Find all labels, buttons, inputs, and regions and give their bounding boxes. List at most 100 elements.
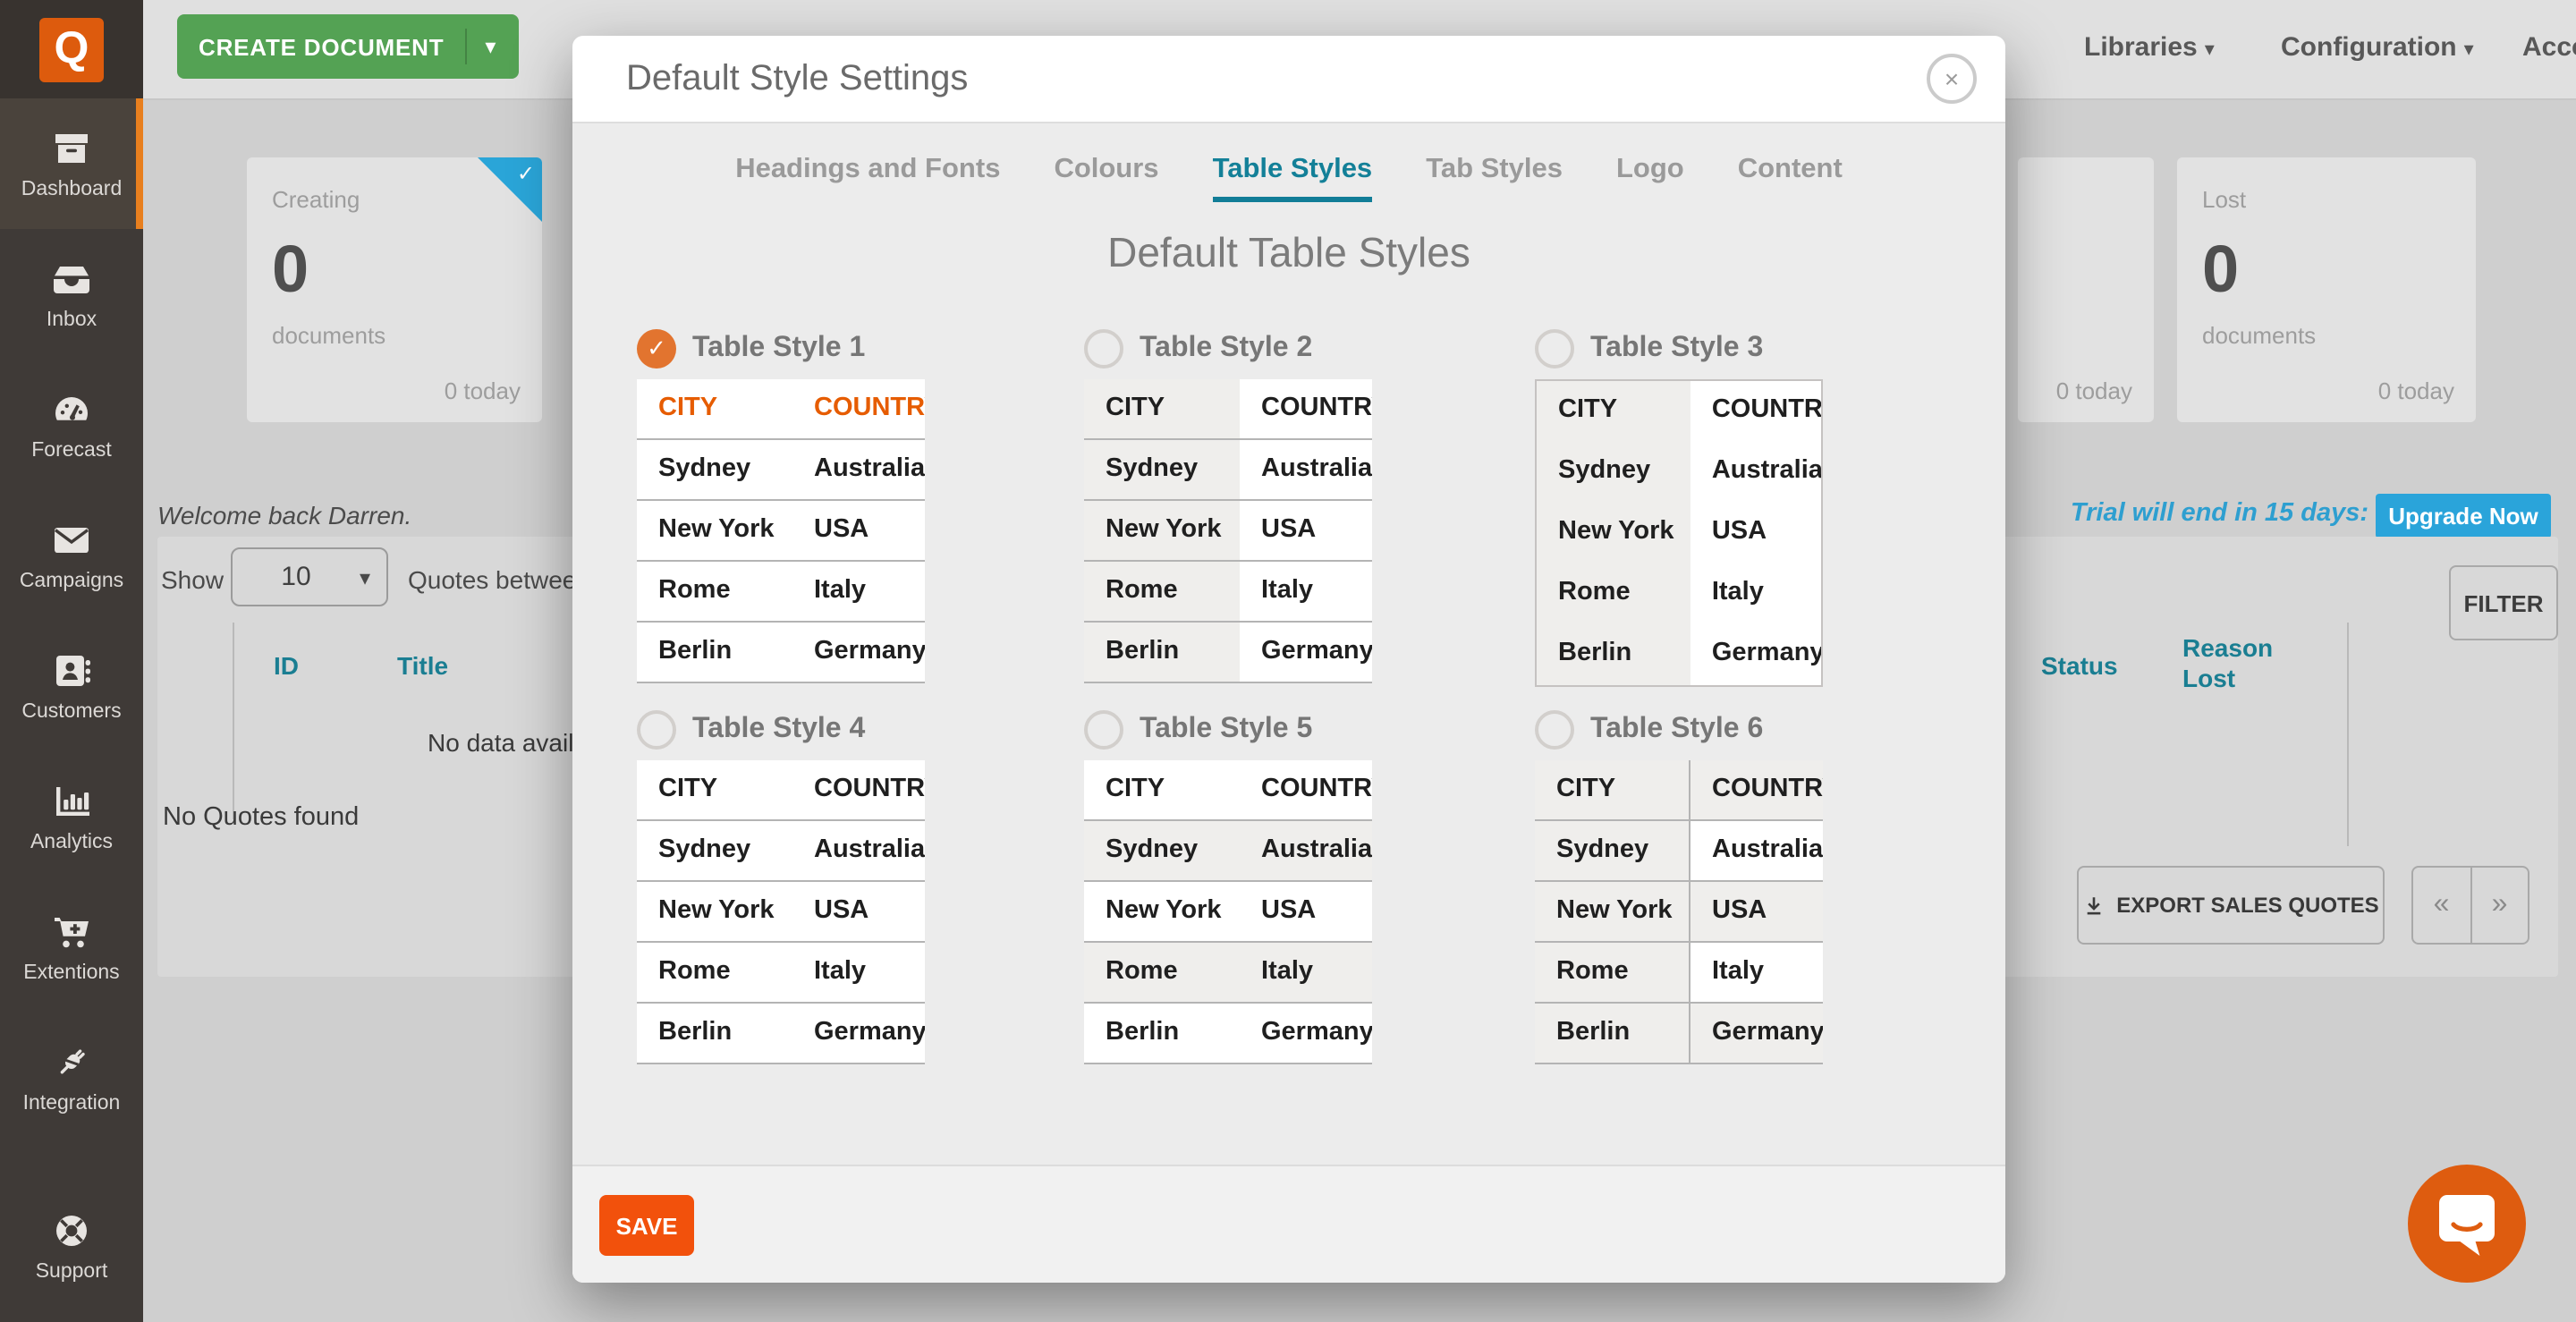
nav-libraries[interactable]: Libraries▾ <box>2084 32 2215 63</box>
preview-table-row: RomeItaly <box>637 943 925 1004</box>
table-style-radio-row-3[interactable]: Table Style 3 <box>1535 329 1823 369</box>
upgrade-now-button[interactable]: Upgrade Now <box>2376 494 2551 538</box>
preview-table-cell: COUNTRY <box>1690 760 1823 819</box>
tab-tab-styles[interactable]: Tab Styles <box>1426 154 1563 202</box>
preview-table-header-row: CITYCOUNTRY <box>1084 379 1372 440</box>
sidebar-item-extentions[interactable]: Extentions <box>0 882 143 1013</box>
sidebar-item-dashboard[interactable]: Dashboard <box>0 98 143 229</box>
tab-logo[interactable]: Logo <box>1616 154 1684 202</box>
preview-table-cell: Italy <box>1690 564 1821 624</box>
tab-headings-and-fonts[interactable]: Headings and Fonts <box>735 154 1000 202</box>
sidebar-item-integration[interactable]: Integration <box>0 1013 143 1143</box>
preview-table-cell: COUNTRY <box>1690 381 1821 442</box>
bar-chart-icon <box>50 780 93 823</box>
preview-table-header-row: CITYCOUNTRY <box>1535 760 1823 821</box>
nav-configuration[interactable]: Configuration▾ <box>2281 32 2474 63</box>
table-column-divider <box>233 623 234 819</box>
preview-table-cell: Berlin <box>637 623 792 682</box>
stat-card-today: 0 today <box>445 377 521 404</box>
stat-card-today: 0 today <box>2056 377 2132 404</box>
radio-icon[interactable] <box>1084 329 1123 369</box>
table-style-option-1: ✓Table Style 1 CITYCOUNTRYSydneyAustralia… <box>637 329 925 683</box>
table-style-radio-row-5[interactable]: Table Style 5 <box>1084 710 1372 750</box>
preview-table-cell: Italy <box>1690 943 1823 1002</box>
stat-card-value: 0 <box>272 233 309 308</box>
radio-icon[interactable] <box>637 710 676 750</box>
save-button[interactable]: SAVE <box>599 1195 694 1256</box>
life-ring-icon <box>50 1209 93 1252</box>
radio-icon[interactable] <box>1535 329 1574 369</box>
table-style-radio-row-1[interactable]: ✓Table Style 1 <box>637 329 925 369</box>
stat-card-title: Lost <box>2202 186 2246 213</box>
inbox-icon <box>50 258 93 301</box>
sidebar-item-campaigns[interactable]: Campaigns <box>0 490 143 621</box>
app-root: Q Dashboard InboxForecast Campaigns Custome… <box>0 0 2576 1322</box>
chat-launcher[interactable] <box>2408 1165 2526 1283</box>
filter-button[interactable]: FILTER <box>2449 565 2558 640</box>
table-style-radio-row-4[interactable]: Table Style 4 <box>637 710 925 750</box>
column-header-status[interactable]: Status <box>2041 651 2118 680</box>
table-style-radio-row-2[interactable]: Table Style 2 <box>1084 329 1372 369</box>
pagination-prev-button[interactable]: « <box>2413 868 2471 943</box>
preview-table-cell: Sydney <box>1084 821 1240 880</box>
sidebar-item-label: Extentions <box>23 962 119 984</box>
preview-table-cell: Rome <box>1084 562 1240 621</box>
preview-table-row: New YorkUSA <box>1084 882 1372 943</box>
column-header-id[interactable]: ID <box>274 651 299 680</box>
sidebar-item-support[interactable]: Support <box>0 1181 143 1311</box>
nav-libraries-label: Libraries <box>2084 32 2198 63</box>
modal-tabs: Headings and Fonts Colours Table Styles Tab… <box>572 154 2005 202</box>
sidebar-item-customers[interactable]: Customers <box>0 621 143 751</box>
preview-table-cell: Sydney <box>637 440 792 499</box>
create-document-button[interactable]: CREATE DOCUMENT ▾ <box>177 14 518 79</box>
radio-icon[interactable] <box>1084 710 1123 750</box>
pagination-next-button[interactable]: » <box>2471 868 2528 943</box>
preview-table-cell: Sydney <box>637 821 792 880</box>
logo-q-icon: Q <box>39 17 104 81</box>
radio-icon[interactable] <box>1535 710 1574 750</box>
preview-table-row: RomeItaly <box>1535 943 1823 1004</box>
column-header-reason-lost[interactable]: Reason Lost <box>2182 633 2286 694</box>
show-count-select[interactable]: 10 ▾ <box>231 547 388 606</box>
preview-table-cell: Berlin <box>1084 623 1240 682</box>
close-icon[interactable]: × <box>1927 54 1977 104</box>
preview-table-row: RomeItaly <box>637 562 925 623</box>
table-style-label: Table Style 4 <box>692 710 865 750</box>
export-label: EXPORT SALES QUOTES <box>2116 893 2378 918</box>
preview-table-cell: Rome <box>637 562 792 621</box>
preview-table-cell: COUNTRY <box>792 379 925 438</box>
tab-table-styles[interactable]: Table Styles <box>1213 154 1373 202</box>
preview-table-cell: New York <box>1084 501 1240 560</box>
stat-card-unit: documents <box>272 322 386 349</box>
preview-table-cell: CITY <box>637 379 792 438</box>
chevron-down-icon: ▾ <box>485 34 496 59</box>
preview-table-cell: Australia <box>792 821 925 880</box>
preview-table-cell: Australia <box>792 440 925 499</box>
sidebar-item-label: Campaigns <box>20 571 123 592</box>
modal-title: Default Style Settings <box>626 59 968 100</box>
app-logo[interactable]: Q <box>0 0 143 98</box>
table-styles-heading: Default Table Styles <box>572 229 2005 277</box>
tab-content[interactable]: Content <box>1738 154 1843 202</box>
preview-table-cell: Rome <box>637 943 792 1002</box>
preview-table-row: SydneyAustralia <box>1084 440 1372 501</box>
table-style-radio-row-6[interactable]: Table Style 6 <box>1535 710 1823 750</box>
preview-table-cell: Sydney <box>1084 440 1240 499</box>
sidebar-item-forecast[interactable]: Forecast <box>0 360 143 490</box>
show-count-value: 10 <box>233 562 360 592</box>
tab-colours[interactable]: Colours <box>1054 154 1158 202</box>
sidebar-item-label: Dashboard <box>21 179 123 200</box>
nav-account[interactable]: Account▾ <box>2522 32 2576 63</box>
preview-table-row: SydneyAustralia <box>1084 821 1372 882</box>
sidebar-item-inbox[interactable]: Inbox <box>0 229 143 360</box>
preview-table-cell: USA <box>1690 882 1823 941</box>
column-header-title[interactable]: Title <box>397 651 448 680</box>
export-sales-quotes-button[interactable]: EXPORT SALES QUOTES <box>2077 866 2385 945</box>
default-style-settings-modal: Default Style Settings × Headings and Fo… <box>572 36 2005 1283</box>
preview-table-cell: Berlin <box>1084 1004 1240 1063</box>
table-style-option-2: Table Style 2 CITYCOUNTRYSydneyAustraliaN… <box>1084 329 1372 683</box>
sidebar-item-analytics[interactable]: Analytics <box>0 751 143 882</box>
preview-table-cell: Berlin <box>1537 624 1690 685</box>
preview-table-row: BerlinGermany <box>1084 1004 1372 1064</box>
radio-selected-icon[interactable]: ✓ <box>637 329 676 369</box>
